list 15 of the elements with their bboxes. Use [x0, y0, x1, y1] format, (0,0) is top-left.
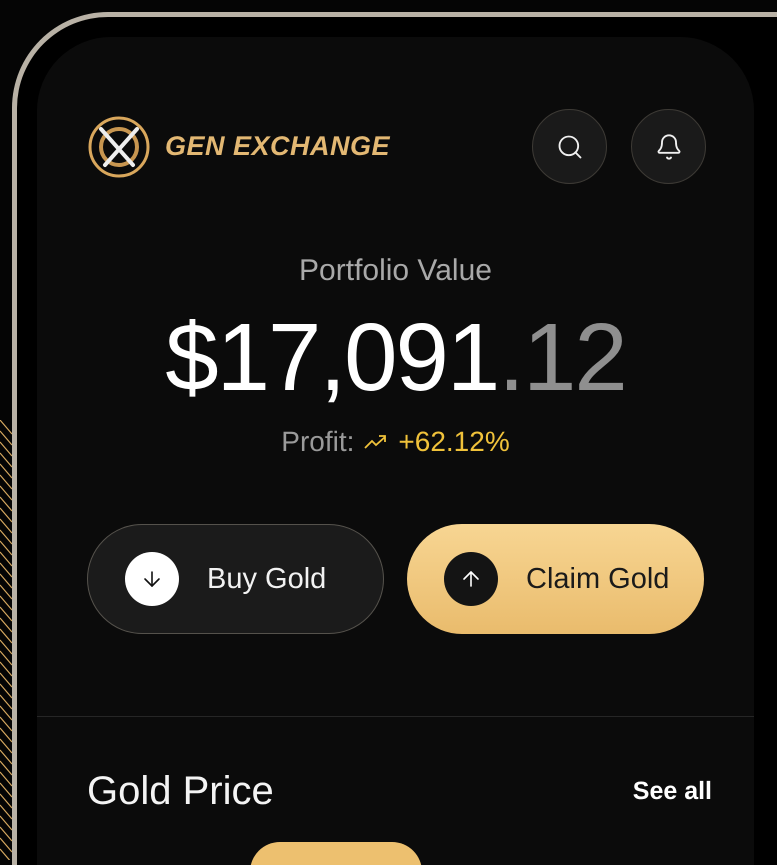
section-title: Gold Price [87, 769, 274, 814]
arrow-up-icon [444, 552, 498, 606]
portfolio-cents: .12 [498, 310, 626, 406]
claim-button[interactable]: Claim Gold [407, 524, 704, 634]
portfolio-amount: $17,091 [165, 310, 498, 406]
profit-label: Profit: [281, 426, 354, 458]
buy-button[interactable]: Buy Gold [87, 524, 384, 634]
search-icon [556, 132, 584, 160]
see-all-link[interactable]: See all [632, 777, 712, 806]
profit-value: +62.12% [398, 426, 510, 458]
portfolio-label: Portfolio Value [299, 254, 492, 288]
arrow-down-icon [125, 552, 179, 606]
logo-icon [87, 114, 151, 178]
bell-icon [654, 132, 682, 160]
brand-name: GEN EXCHANGE [165, 131, 390, 162]
